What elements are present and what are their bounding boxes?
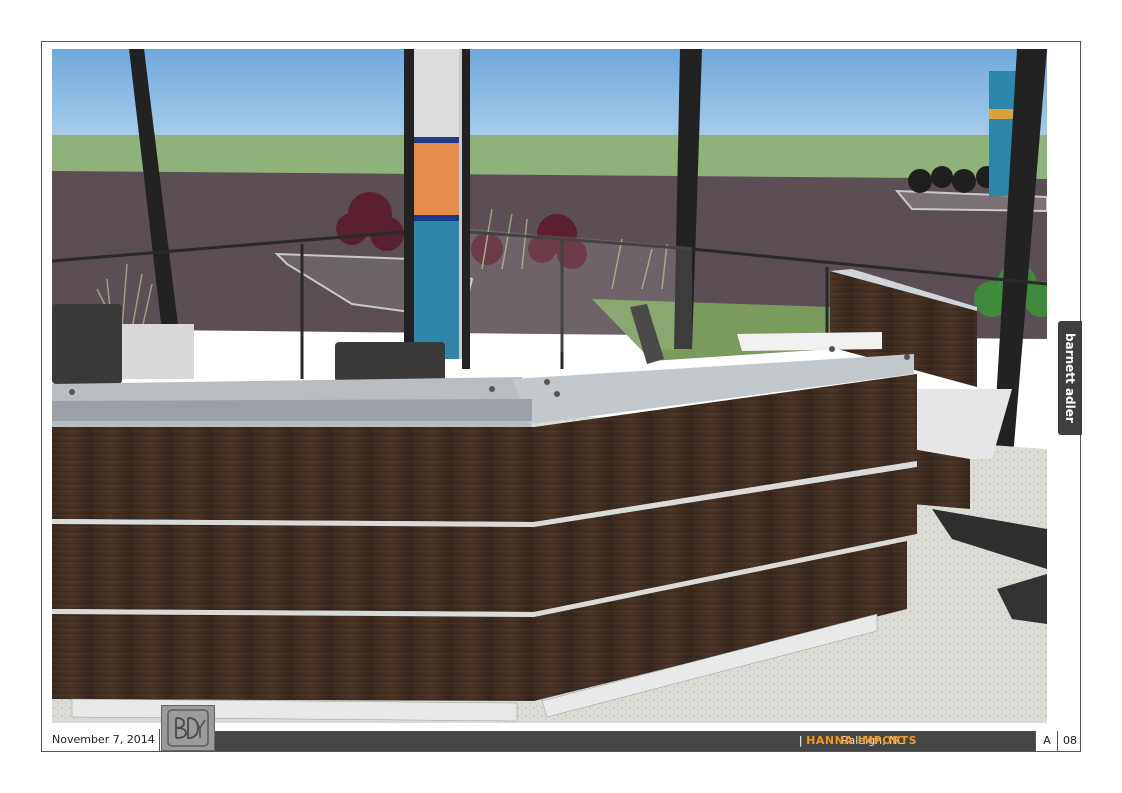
client-text: HANNA IMPORTS <box>806 734 917 747</box>
footer-separator: | <box>798 734 804 747</box>
footer-title-bar: Raleigh, NC | HANNA IMPORTS <box>215 731 1035 751</box>
rendering-image <box>52 49 1047 723</box>
page-number: 08 <box>1057 731 1082 751</box>
footer-date: November 7, 2014 <box>42 729 160 751</box>
brand-side-tab-label: barnett adler <box>1063 333 1077 423</box>
monogram-icon <box>167 709 209 747</box>
firm-monogram-logo <box>161 705 215 751</box>
footer-client-name: | HANNA IMPORTS <box>796 731 917 751</box>
reception-desk-rendering <box>52 49 1047 723</box>
sheet-letter: A <box>1035 731 1058 751</box>
